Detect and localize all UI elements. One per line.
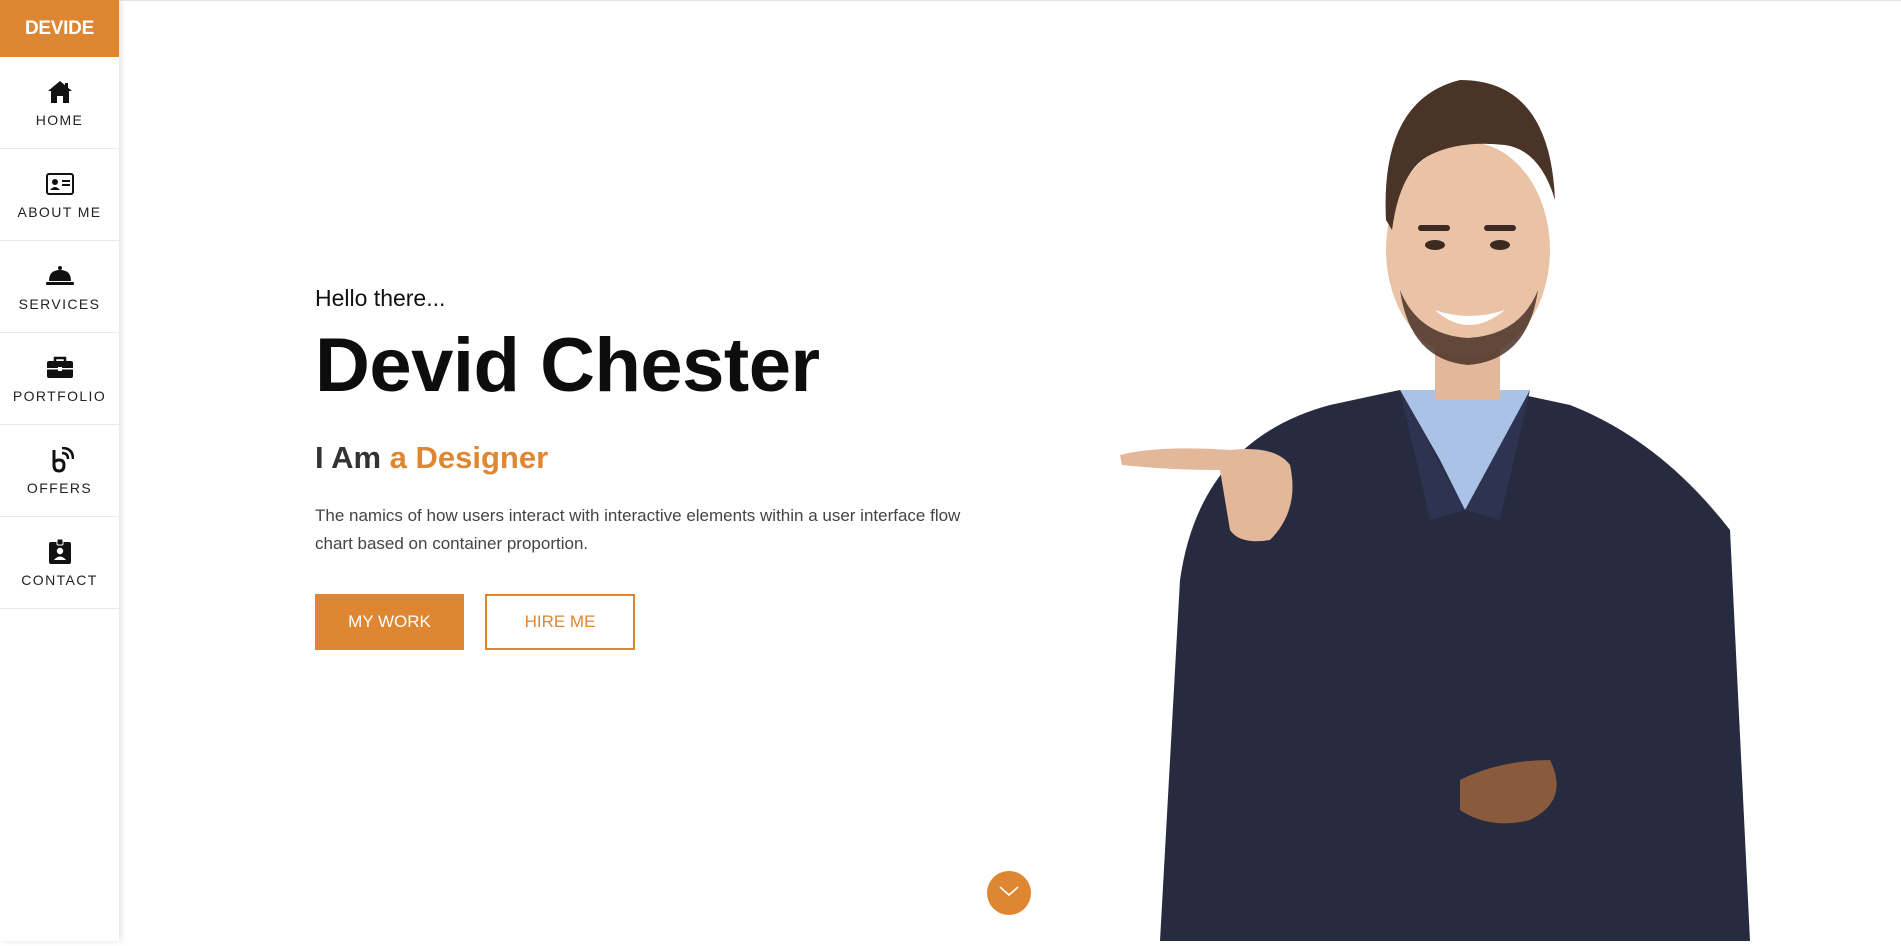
hire-me-button[interactable]: HIRE ME: [485, 593, 635, 650]
home-icon: [46, 78, 74, 106]
sidebar-item-label: PORTFOLIO: [12, 387, 107, 404]
sidebar-item-label: HOME: [35, 111, 84, 128]
sidebar-item-portfolio[interactable]: PORTFOLIO: [0, 333, 119, 425]
role-accent: a Designer: [389, 439, 549, 475]
sidebar-item-about-me[interactable]: ABOUT ME: [0, 149, 119, 241]
brand-text: DEVIDE: [25, 17, 94, 39]
sidebar-item-services[interactable]: SERVICES: [0, 241, 119, 333]
sidebar-item-offers[interactable]: OFFERS: [0, 425, 119, 517]
offers-icon: [46, 446, 74, 474]
sidebar-item-contact[interactable]: CONTACT: [0, 517, 119, 609]
sidebar-item-label: OFFERS: [26, 479, 93, 496]
sidebar-item-label: SERVICES: [18, 295, 101, 312]
brand-logo[interactable]: DEVIDE: [0, 0, 119, 57]
sidebar-item-home[interactable]: HOME: [0, 57, 119, 149]
greeting-text: Hello there...: [315, 285, 446, 311]
hero-buttons: MY WORK HIRE ME: [315, 593, 1015, 650]
role-prefix: I Am: [315, 439, 382, 475]
my-work-button[interactable]: MY WORK: [315, 593, 464, 650]
scroll-down-button[interactable]: [987, 871, 1031, 915]
hero-description: The namics of how users interact with in…: [315, 505, 961, 553]
briefcase-icon: [46, 354, 74, 382]
sidebar: DEVIDE HOME ABOUT ME SERVICES PORTFOLIO …: [0, 0, 119, 941]
id-card-icon: [45, 170, 74, 198]
hero-section: Hello there... Devid Chester I Am a Desi…: [315, 285, 1015, 650]
chevron-down-icon: [998, 884, 1020, 902]
service-bell-icon: [45, 262, 74, 290]
sidebar-item-label: ABOUT ME: [17, 203, 102, 220]
hero-portrait: [1100, 60, 1800, 941]
hero-name: Devid Chester: [315, 323, 820, 408]
role-heading: I Am a Designer: [315, 440, 1015, 476]
sidebar-item-label: CONTACT: [21, 571, 98, 588]
id-badge-icon: [46, 538, 74, 566]
top-divider: [119, 0, 1901, 1]
